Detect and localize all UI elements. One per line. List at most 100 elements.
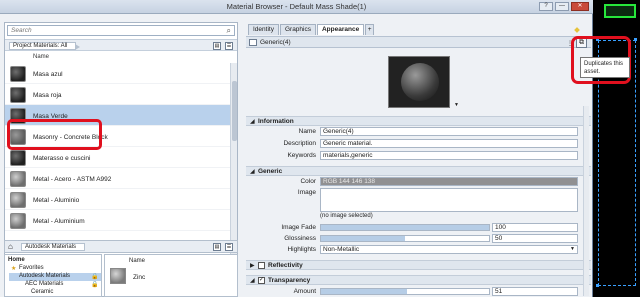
name-label: Name	[298, 128, 316, 135]
keywords-label: Keywords	[287, 152, 316, 159]
material-thumbnail	[10, 213, 26, 229]
material-thumbnail	[10, 66, 26, 82]
editor-tabs: Identity Graphics Appearance +	[248, 24, 375, 35]
material-name: Metal - Aluminium	[33, 218, 85, 225]
color-swatch-field[interactable]: RGB 144 146 138	[320, 177, 578, 186]
library-filter-bar: Project Materials: All ▤ ☰	[5, 39, 237, 51]
material-preview[interactable]	[388, 56, 450, 108]
preview-options-icon[interactable]: ▼	[454, 102, 459, 108]
description-field[interactable]: Generic material.	[320, 139, 578, 148]
selection-handle	[596, 284, 599, 287]
glossiness-value[interactable]: 50	[492, 234, 578, 243]
tab-appearance[interactable]: Appearance	[316, 24, 365, 35]
material-thumbnail	[10, 192, 26, 208]
amount-label: Amount	[293, 288, 316, 295]
library-view-icon[interactable]: ▤	[213, 243, 221, 251]
keywords-field[interactable]: materials,generic	[320, 151, 578, 160]
glossiness-slider[interactable]	[320, 235, 490, 242]
search-icon[interactable]: ⌕	[227, 26, 231, 36]
section-title: Information	[258, 118, 294, 125]
lock-icon: 🔒	[91, 282, 99, 288]
library-materials-list: Name Zinc	[104, 254, 238, 297]
description-label: Description	[283, 140, 316, 147]
tree-item-aec-materials[interactable]: AEC Materials	[25, 281, 63, 287]
list-item[interactable]: Metal - Acero - ASTM A992	[5, 168, 237, 189]
image-label: Image	[297, 189, 316, 196]
view-toggle-icon[interactable]: ▤	[213, 42, 221, 50]
library-tree: Home ★ Favorites Autodesk Materials 🔒 AE…	[4, 254, 102, 297]
image-fade-label: Image Fade	[281, 224, 316, 231]
list-item[interactable]: Metal - Aluminio	[5, 189, 237, 210]
tree-item-favorites[interactable]: Favorites	[19, 265, 44, 271]
list-item[interactable]: Metal - Aluminium	[5, 210, 237, 231]
library-options-icon[interactable]: ☰	[225, 243, 233, 251]
transparency-checkbox[interactable]: ✓	[258, 277, 265, 284]
list-options-icon[interactable]: ☰	[225, 42, 233, 50]
column-header-name[interactable]: Name	[33, 54, 49, 60]
search-placeholder: Search	[11, 27, 32, 34]
material-name: Masa roja	[33, 92, 62, 99]
tab-graphics[interactable]: Graphics	[279, 24, 316, 35]
collapse-icon[interactable]: ◢	[250, 118, 255, 125]
project-materials-filter[interactable]: Project Materials: All	[9, 42, 81, 50]
material-thumbnail	[10, 150, 26, 166]
duplicate-tooltip: Duplicates this asset.	[580, 57, 630, 78]
tree-item-autodesk-materials[interactable]: Autodesk Materials	[19, 273, 70, 279]
material-thumbnail	[10, 87, 26, 103]
library-column-name[interactable]: Name	[129, 258, 145, 264]
minimize-button[interactable]: —	[555, 2, 569, 11]
image-fade-slider[interactable]	[320, 224, 490, 231]
color-label: Color	[300, 178, 316, 185]
home-icon[interactable]: ⌂	[8, 243, 13, 251]
reflectivity-checkbox[interactable]	[258, 262, 265, 269]
chevron-down-icon[interactable]: ▼	[570, 246, 575, 253]
amount-value[interactable]: 51	[492, 287, 578, 296]
material-name: Materasso e cuscini	[33, 155, 91, 162]
selection-handle	[634, 38, 637, 41]
expand-icon[interactable]: ▶	[250, 262, 255, 269]
preview-sphere	[401, 63, 439, 101]
name-field[interactable]: Generic(4)	[320, 127, 578, 136]
tree-item-ceramic[interactable]: Ceramic	[31, 289, 53, 295]
asset-name: Generic(4)	[260, 39, 291, 46]
section-title: Generic	[258, 168, 283, 175]
star-icon: ★	[11, 266, 17, 272]
collapse-icon[interactable]: ◢	[250, 277, 255, 284]
close-button[interactable]: ✕	[571, 2, 589, 11]
library-navigation-bar: ⌂ Autodesk Materials ▤ ☰	[4, 240, 238, 253]
image-slot[interactable]	[320, 188, 578, 212]
slider-fill	[321, 225, 489, 230]
tab-identity[interactable]: Identity	[248, 24, 279, 35]
window-title: Material Browser - Default Mass Shade(1)	[226, 2, 367, 11]
section-title: Reflectivity	[268, 262, 303, 269]
editor-scrollbar[interactable]	[583, 106, 589, 296]
help-button[interactable]: ?	[539, 2, 553, 11]
selection-annotation-box	[7, 119, 102, 150]
list-item[interactable]: Masa azul	[5, 63, 237, 84]
glossiness-label: Glossiness	[284, 235, 316, 242]
material-name: Metal - Aluminio	[33, 197, 80, 204]
asset-header: Generic(4) ⋮ ⧉	[246, 36, 591, 48]
highlights-value: Non-Metallic	[323, 246, 360, 253]
list-item[interactable]: Masa roja	[5, 84, 237, 105]
add-asset-tab[interactable]: +	[365, 24, 375, 35]
section-information[interactable]: ◢ Information	[246, 116, 591, 126]
material-thumbnail	[10, 171, 26, 187]
image-fade-value[interactable]: 100	[492, 223, 578, 232]
section-reflectivity[interactable]: ▶ Reflectivity	[246, 260, 591, 270]
tree-item-home[interactable]: Home	[8, 257, 25, 263]
material-name: Metal - Acero - ASTM A992	[33, 176, 112, 183]
section-generic[interactable]: ◢ Generic	[246, 166, 591, 176]
lock-icon: 🔒	[91, 274, 99, 280]
highlights-select[interactable]: Non-Metallic ▼	[320, 245, 578, 254]
library-item-zinc[interactable]: Zinc	[133, 274, 145, 281]
highlights-label: Highlights	[287, 246, 316, 253]
material-editor-pane: Identity Graphics Appearance + Generic(4…	[246, 14, 591, 297]
list-item[interactable]: Materasso e cuscini	[5, 147, 237, 168]
green-highlighted-icon	[604, 4, 636, 18]
section-transparency[interactable]: ◢ ✓ Transparency	[246, 275, 591, 285]
amount-slider[interactable]	[320, 288, 490, 295]
search-input[interactable]: Search ⌕	[7, 25, 235, 36]
library-breadcrumb[interactable]: Autodesk Materials	[21, 243, 86, 251]
collapse-icon[interactable]: ◢	[250, 168, 255, 175]
